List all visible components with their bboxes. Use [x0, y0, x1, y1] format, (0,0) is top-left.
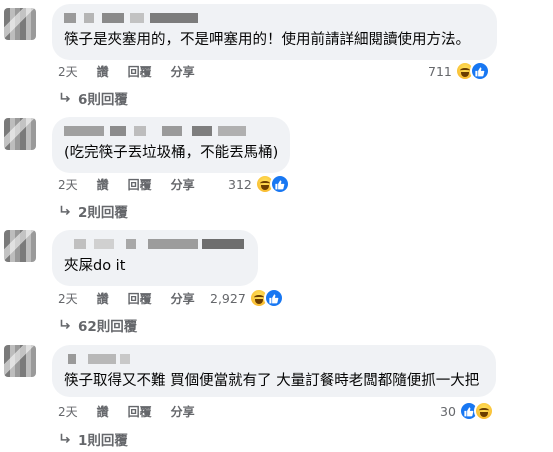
view-replies-link[interactable]: 6則回覆	[58, 89, 128, 108]
haha-icon	[473, 401, 494, 421]
avatar[interactable]	[4, 345, 36, 377]
comment-actions: 2天 讚 回覆 分享	[58, 176, 214, 192]
comment-actions: 2天 讚 回覆 分享	[58, 403, 214, 419]
reaction-summary[interactable]: 2,927	[210, 287, 284, 309]
view-replies-link[interactable]: 1則回覆	[58, 430, 128, 449]
comment-time[interactable]: 2天	[58, 63, 78, 80]
reaction-summary[interactable]: 312	[228, 173, 290, 195]
comment-time[interactable]: 2天	[58, 290, 78, 307]
reply-arrow-icon	[60, 319, 71, 330]
comment-bubble: (吃完筷子丟垃圾桶，不能丟馬桶)	[52, 117, 290, 173]
share-action[interactable]: 分享	[171, 63, 195, 80]
comment-text: 筷子取得又不難 買個便當就有了 大量訂餐時老闆都隨便抓一大把	[64, 373, 480, 389]
like-icon	[269, 174, 290, 194]
comment-text: 夾屎do it	[64, 258, 126, 274]
view-replies-link[interactable]: 2則回覆	[58, 202, 128, 221]
comment-bubble: 筷子取得又不難 買個便當就有了 大量訂餐時老闆都隨便抓一大把	[52, 345, 496, 397]
like-icon	[263, 288, 284, 308]
reply-action[interactable]: 回覆	[128, 176, 152, 193]
reply-action[interactable]: 回覆	[128, 290, 152, 307]
replies-count-label: 62則回覆	[78, 319, 138, 335]
author-name-blurred[interactable]	[64, 353, 484, 367]
author-name-blurred[interactable]	[64, 238, 246, 252]
like-action[interactable]: 讚	[97, 63, 109, 80]
share-action[interactable]: 分享	[171, 403, 195, 420]
reply-arrow-icon	[60, 205, 71, 216]
reply-arrow-icon	[60, 92, 71, 103]
reply-action[interactable]: 回覆	[128, 403, 152, 420]
reply-action[interactable]: 回覆	[128, 63, 152, 80]
share-action[interactable]: 分享	[171, 290, 195, 307]
comment-time[interactable]: 2天	[58, 403, 78, 420]
avatar[interactable]	[4, 230, 36, 262]
reply-arrow-icon	[60, 433, 71, 444]
share-action[interactable]: 分享	[171, 176, 195, 193]
like-icon	[469, 61, 490, 81]
reaction-count: 312	[228, 176, 252, 192]
comment-actions: 2天 讚 回覆 分享	[58, 63, 214, 79]
reaction-summary[interactable]: 30	[440, 400, 494, 422]
comment-bubble: 夾屎do it	[52, 230, 258, 286]
reaction-count: 2,927	[210, 290, 246, 306]
reaction-count: 711	[428, 63, 452, 79]
comment-time[interactable]: 2天	[58, 176, 78, 193]
author-name-blurred[interactable]	[64, 12, 485, 26]
reaction-summary[interactable]: 711	[428, 60, 490, 82]
comment-actions: 2天 讚 回覆 分享	[58, 290, 214, 306]
like-action[interactable]: 讚	[97, 176, 109, 193]
replies-count-label: 2則回覆	[78, 205, 128, 221]
reaction-count: 30	[440, 403, 456, 419]
comment-text: (吃完筷子丟垃圾桶，不能丟馬桶)	[64, 145, 279, 161]
avatar[interactable]	[4, 118, 36, 150]
comment-bubble: 筷子是夾塞用的，不是呷塞用的！使用前請詳細閱讀使用方法。	[52, 4, 497, 60]
avatar[interactable]	[4, 8, 36, 40]
comment-text: 筷子是夾塞用的，不是呷塞用的！使用前請詳細閱讀使用方法。	[64, 32, 470, 48]
replies-count-label: 6則回覆	[78, 92, 128, 108]
view-replies-link[interactable]: 62則回覆	[58, 316, 138, 335]
like-action[interactable]: 讚	[97, 403, 109, 420]
like-action[interactable]: 讚	[97, 290, 109, 307]
replies-count-label: 1則回覆	[78, 433, 128, 449]
author-name-blurred[interactable]	[64, 125, 278, 139]
